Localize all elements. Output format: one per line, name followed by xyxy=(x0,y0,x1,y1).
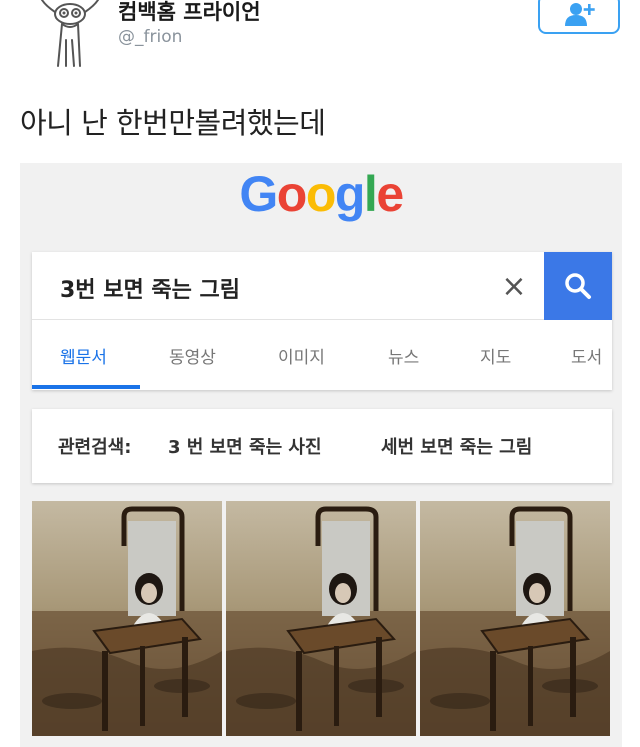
follow-button[interactable] xyxy=(538,0,620,34)
related-searches: 관련검색: 3 번 보면 죽는 사진 세번 보면 죽는 그림 xyxy=(32,409,612,483)
logo-letter: G xyxy=(239,166,278,222)
search-button[interactable] xyxy=(544,252,612,320)
image-result[interactable] xyxy=(420,501,610,736)
logo-letter: g xyxy=(334,166,366,222)
logo-letter: o xyxy=(305,166,337,222)
logo-letter: l xyxy=(363,166,378,222)
tweet-text: 아니 난 한번만볼려했는데 xyxy=(20,106,326,140)
search-icon xyxy=(565,273,591,299)
related-label: 관련검색: xyxy=(58,437,132,458)
google-logo: Google xyxy=(20,165,622,223)
painting-image xyxy=(420,501,610,736)
user-handle[interactable]: @_frion xyxy=(118,27,182,47)
clear-icon[interactable]: × xyxy=(496,268,532,304)
search-input[interactable]: 3번 보면 죽는 그림 xyxy=(60,272,240,304)
avatar[interactable] xyxy=(34,0,106,68)
display-name[interactable]: 컴백홈 프라이언 xyxy=(118,0,261,26)
tab-books[interactable]: 도서 xyxy=(571,343,602,368)
related-link[interactable]: 3 번 보면 죽는 사진 xyxy=(168,433,322,459)
tab-news[interactable]: 뉴스 xyxy=(388,343,419,368)
embedded-screenshot: Google 3번 보면 죽는 그림 × 웹문서 동영상 이미지 뉴스 지도 도… xyxy=(20,163,622,747)
related-link[interactable]: 세번 보면 죽는 그림 xyxy=(381,433,532,459)
tab-web[interactable]: 웹문서 xyxy=(60,343,107,368)
add-user-icon xyxy=(565,3,595,26)
active-tab-indicator xyxy=(32,385,140,389)
search-tabs: 웹문서 동영상 이미지 뉴스 지도 도서 xyxy=(32,321,612,390)
cartoon-avatar-icon xyxy=(41,0,99,67)
logo-letter: e xyxy=(376,166,404,222)
image-result[interactable] xyxy=(226,501,416,736)
painting-image xyxy=(226,501,416,736)
image-result[interactable] xyxy=(32,501,222,736)
search-card: 3번 보면 죽는 그림 × 웹문서 동영상 이미지 뉴스 지도 도서 xyxy=(32,252,612,390)
tab-videos[interactable]: 동영상 xyxy=(169,343,216,368)
tab-images[interactable]: 이미지 xyxy=(278,343,325,368)
tab-maps[interactable]: 지도 xyxy=(480,343,511,368)
search-box: 3번 보면 죽는 그림 × xyxy=(32,252,612,320)
logo-letter: o xyxy=(276,166,308,222)
painting-image xyxy=(32,501,222,736)
